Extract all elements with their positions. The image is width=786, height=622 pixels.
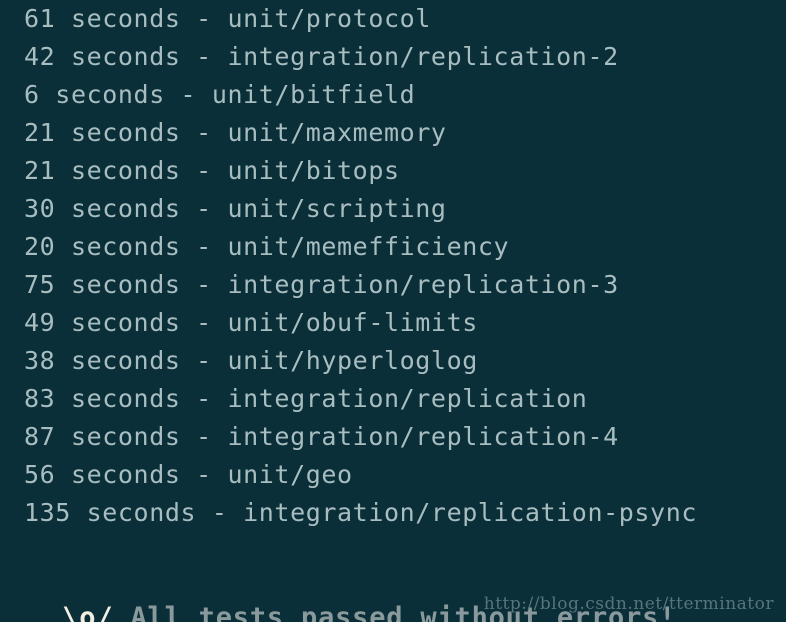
terminal-line: 20 seconds - unit/memefficiency	[24, 232, 510, 261]
terminal-line: 38 seconds - unit/hyperloglog	[24, 346, 478, 375]
watermark-url: http://blog.csdn.net/tterminator	[483, 594, 774, 614]
celebration-face-icon: \o/	[62, 602, 114, 622]
terminal-line: 42 seconds - integration/replication-2	[24, 42, 619, 71]
terminal-line: 83 seconds - integration/replication	[24, 384, 588, 413]
all-tests-passed-line: \o/ All tests passed without errors!	[0, 558, 676, 622]
terminal-output: 61 seconds - unit/protocol 42 seconds - i…	[24, 0, 786, 570]
terminal-line: 49 seconds - unit/obuf-limits	[24, 308, 478, 337]
terminal-line: 61 seconds - unit/protocol	[24, 4, 431, 33]
terminal-line: 30 seconds - unit/scripting	[24, 194, 447, 223]
terminal-line: 56 seconds - unit/geo	[24, 460, 353, 489]
terminal-line: 21 seconds - unit/maxmemory	[24, 118, 447, 147]
terminal-line: 6 seconds - unit/bitfield	[24, 80, 416, 109]
terminal-line: 87 seconds - integration/replication-4	[24, 422, 619, 451]
terminal-line: 21 seconds - unit/bitops	[24, 156, 400, 185]
terminal-window: 61 seconds - unit/protocol 42 seconds - i…	[0, 0, 786, 622]
terminal-line: 135 seconds - integration/replication-ps…	[24, 498, 698, 527]
terminal-line: 75 seconds - integration/replication-3	[24, 270, 619, 299]
